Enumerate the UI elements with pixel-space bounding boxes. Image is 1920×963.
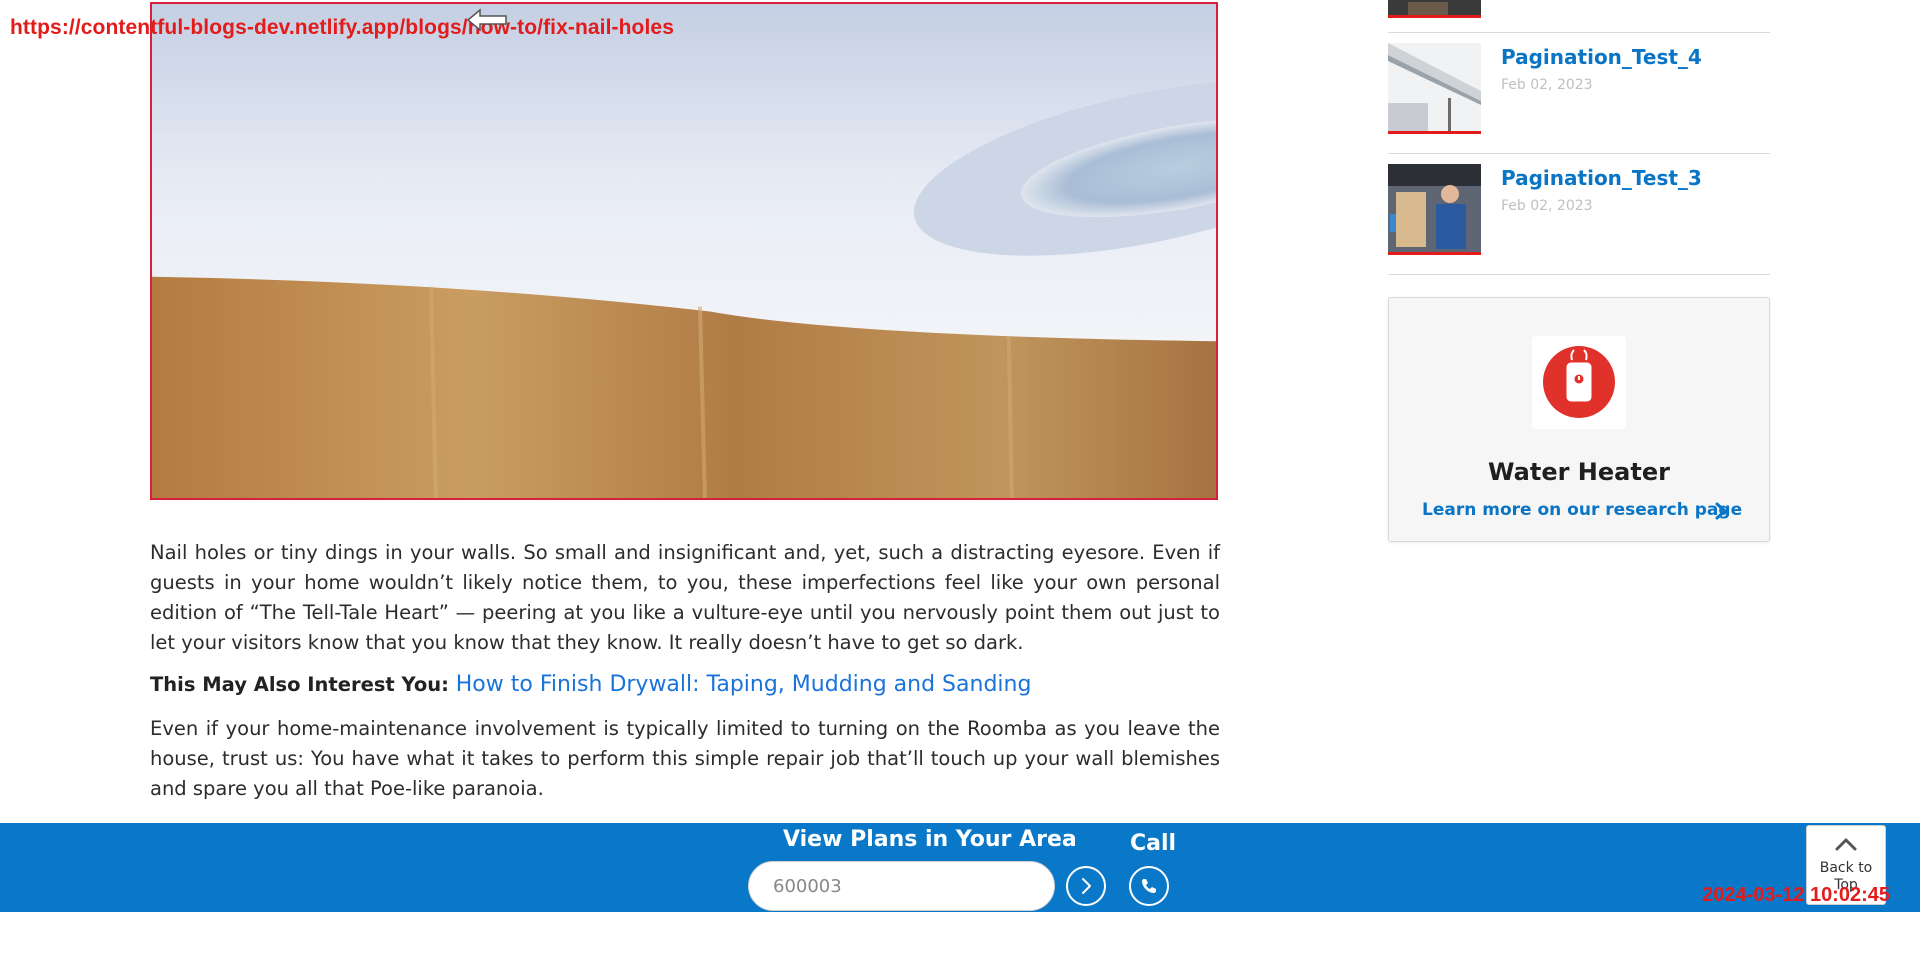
article-paragraph: Nail holes or tiny dings in your walls. …: [150, 541, 1220, 654]
water-heater-card: Water Heater Learn more on our research …: [1388, 297, 1770, 542]
chevron-up-icon: [1835, 838, 1857, 851]
post-thumbnail[interactable]: [1388, 0, 1481, 18]
call-label: Call: [1130, 831, 1177, 856]
phone-icon: [1142, 879, 1156, 893]
zip-submit-button[interactable]: [1066, 866, 1106, 906]
post-date: Feb 02, 2023: [1501, 198, 1593, 214]
hero-image: [150, 2, 1218, 500]
post-thumbnail[interactable]: [1388, 43, 1481, 134]
plans-title: View Plans in Your Area: [783, 827, 1077, 852]
chevron-right-icon[interactable]: [1712, 501, 1730, 521]
recent-posts: Pagination_Test_4 Feb 02, 2023 Paginatio…: [1388, 0, 1770, 275]
list-item[interactable]: [1388, 0, 1770, 33]
article-paragraph: Even if your home-maintenance involvemen…: [150, 717, 1220, 800]
post-title[interactable]: Pagination_Test_3: [1501, 166, 1702, 190]
post-date: Feb 02, 2023: [1501, 77, 1593, 93]
post-thumbnail[interactable]: [1388, 164, 1481, 255]
related-label: This May Also Interest You:: [150, 673, 456, 696]
list-item[interactable]: Pagination_Test_3 Feb 02, 2023: [1388, 154, 1770, 275]
cursor-icon: [466, 8, 507, 32]
timestamp-overlay: 2024-03-12 10:02:45: [1702, 884, 1890, 906]
related-article-link[interactable]: How to Finish Drywall: Taping, Mudding a…: [456, 672, 1032, 697]
zip-code-input[interactable]: [748, 861, 1055, 911]
chevron-right-icon: [1082, 878, 1091, 894]
post-title[interactable]: Pagination_Test_4: [1501, 45, 1702, 69]
related-article: This May Also Interest You: How to Finis…: [150, 670, 1220, 700]
water-heater-icon: [1532, 336, 1626, 429]
card-title: Water Heater: [1488, 458, 1670, 486]
url-overlay: https://contentful-blogs-dev.netlify.app…: [10, 16, 674, 39]
call-button[interactable]: [1129, 866, 1169, 906]
research-page-link[interactable]: Learn more on our research page: [1422, 500, 1742, 520]
article-body: Nail holes or tiny dings in your walls. …: [150, 538, 1220, 816]
list-item[interactable]: Pagination_Test_4 Feb 02, 2023: [1388, 33, 1770, 154]
plans-footer-bar: View Plans in Your Area Call: [0, 823, 1920, 912]
